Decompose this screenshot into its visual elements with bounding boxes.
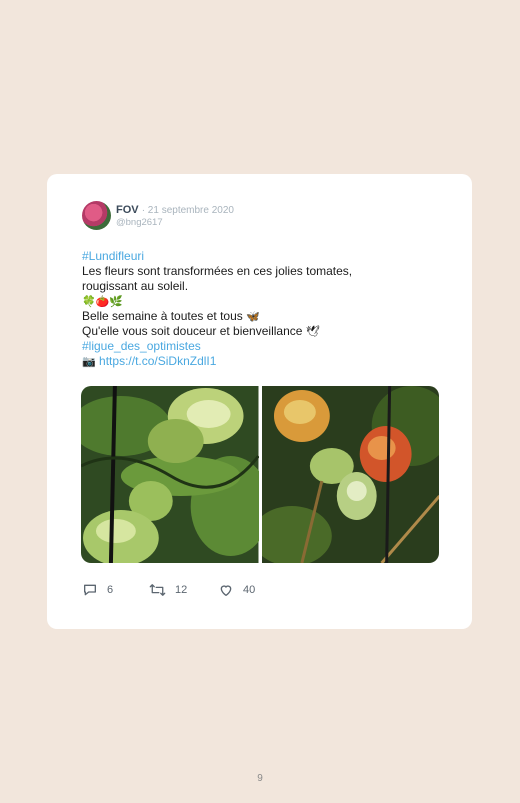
retweet-button[interactable]: 12	[149, 582, 187, 598]
link-line: 📷 https://t.co/SiDknZdlI1	[82, 354, 402, 369]
author-handle[interactable]: @bng2617	[116, 217, 163, 228]
emoji-line: 🍀🍅🌿	[82, 295, 124, 308]
retweet-count: 12	[175, 584, 188, 596]
text-line-1: Les fleurs sont transformées en ces joli…	[82, 264, 353, 278]
like-count: 40	[243, 584, 256, 596]
text-line-2: rougissant au soleil.	[82, 279, 189, 293]
like-button[interactable]: 40	[218, 582, 255, 598]
photo-red-tomatoes[interactable]	[261, 386, 439, 563]
tweet-text: #Lundifleuri Les fleurs sont transformée…	[82, 249, 402, 369]
avatar[interactable]	[82, 201, 111, 230]
camera-icon: 📷	[82, 355, 96, 368]
text-line-4: Qu'elle vous soit douceur et bienveillan…	[82, 324, 303, 338]
photo-green-tomatoes[interactable]	[81, 386, 259, 563]
dove-emoji: 🕊	[305, 325, 320, 338]
text-line-3-wrap: Belle semaine à toutes et tous 🦋	[82, 309, 402, 324]
reply-count: 6	[107, 584, 114, 596]
reply-icon	[82, 582, 98, 598]
text-line-3: Belle semaine à toutes et tous	[82, 309, 243, 323]
tweet-link[interactable]: https://t.co/SiDknZdlI1	[99, 354, 216, 368]
hashtag-lundifleuri[interactable]: #Lundifleuri	[82, 249, 402, 264]
author-name[interactable]: FOV	[116, 204, 139, 216]
page-number: 9	[257, 773, 263, 784]
photo-grid	[81, 386, 439, 563]
tweet-date: · 21 septembre 2020	[141, 205, 234, 216]
butterfly-emoji: 🦋	[246, 310, 260, 323]
tweet-card: FOV · 21 septembre 2020 @bng2617 #Lundif…	[47, 174, 472, 629]
heart-icon	[218, 582, 234, 598]
hashtag-ligue[interactable]: #ligue_des_optimistes	[82, 339, 402, 354]
reply-button[interactable]: 6	[82, 582, 113, 598]
text-line-4-wrap: Qu'elle vous soit douceur et bienveillan…	[82, 324, 402, 339]
retweet-icon	[149, 582, 166, 598]
author-line: FOV · 21 septembre 2020	[116, 204, 234, 216]
tweet-actions: 6 12 40	[82, 582, 382, 602]
